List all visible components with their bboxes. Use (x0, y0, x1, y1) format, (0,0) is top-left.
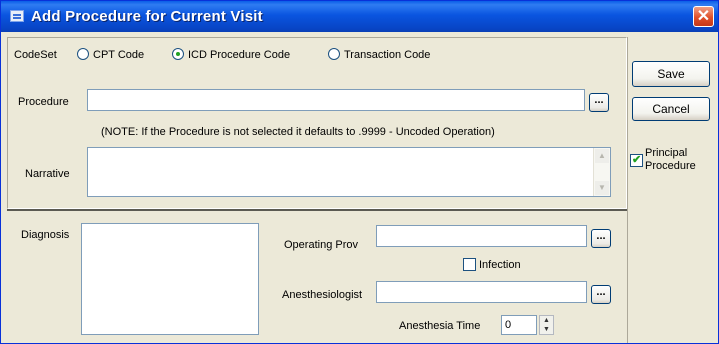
procedure-note: (NOTE: If the Procedure is not selected … (101, 126, 495, 138)
codeset-option-icd[interactable]: ICD Procedure Code (168, 47, 318, 63)
procedure-label: Procedure (18, 96, 69, 108)
diagnosis-list[interactable] (81, 223, 259, 335)
anesthesiologist-label: Anesthesiologist (282, 289, 363, 301)
cpt-radio-label: CPT Code (93, 49, 145, 61)
spin-up-arrow-icon[interactable]: ▲ (540, 316, 553, 325)
anesthesia-time-spinner[interactable]: ▲ ▼ (539, 315, 554, 335)
codeset-option-cpt[interactable]: CPT Code (73, 47, 163, 63)
scroll-up-arrow-icon[interactable]: ▲ (595, 149, 609, 163)
icd-radio[interactable] (172, 48, 184, 60)
save-button[interactable]: Save (632, 61, 710, 87)
infection-option[interactable]: Infection (463, 257, 543, 273)
principal-procedure-label: Principal Procedure (645, 147, 696, 173)
title-bar[interactable]: Add Procedure for Current Visit ✕ (1, 1, 718, 32)
transaction-radio[interactable] (328, 48, 340, 60)
narrative-label: Narrative (25, 168, 70, 180)
anesthesia-time-label: Anesthesia Time (399, 320, 481, 332)
principal-procedure-option[interactable]: Principal Procedure (630, 147, 716, 181)
window-title: Add Procedure for Current Visit (31, 8, 263, 25)
close-icon: ✕ (696, 8, 711, 25)
narrative-scrollbar[interactable]: ▲ ▼ (593, 148, 610, 196)
icd-radio-label: ICD Procedure Code (188, 49, 291, 61)
cpt-radio[interactable] (77, 48, 89, 60)
narrative-textarea[interactable]: ▲ ▼ (87, 147, 611, 197)
cancel-button[interactable]: Cancel (632, 97, 710, 121)
operating-prov-field[interactable] (376, 225, 587, 247)
operating-prov-label: Operating Prov (284, 239, 358, 251)
operating-prov-browse-button[interactable]: ... (591, 229, 611, 248)
close-button[interactable]: ✕ (693, 6, 714, 27)
infection-checkbox[interactable] (463, 258, 476, 271)
anesthesia-time-field[interactable]: 0 (501, 315, 537, 335)
codeset-option-transaction[interactable]: Transaction Code (324, 47, 454, 63)
scroll-down-arrow-icon[interactable]: ▼ (595, 181, 609, 195)
principal-procedure-checkbox[interactable] (630, 153, 643, 167)
anesthesiologist-field[interactable] (376, 281, 587, 303)
anesthesiologist-browse-button[interactable]: ... (591, 285, 611, 304)
infection-label: Infection (479, 259, 521, 271)
diagnosis-label: Diagnosis (21, 229, 70, 241)
codeset-label: CodeSet (14, 49, 57, 61)
window-app-icon (10, 10, 24, 22)
dialog-window: Add Procedure for Current Visit ✕ CodeSe… (0, 0, 719, 344)
principal-procedure-label-line1: Principal (645, 147, 688, 159)
spin-down-arrow-icon[interactable]: ▼ (540, 325, 553, 334)
principal-procedure-label-line2: Procedure (645, 160, 696, 172)
procedure-field[interactable] (87, 89, 585, 111)
transaction-radio-label: Transaction Code (344, 49, 431, 61)
procedure-browse-button[interactable]: ... (589, 93, 609, 112)
